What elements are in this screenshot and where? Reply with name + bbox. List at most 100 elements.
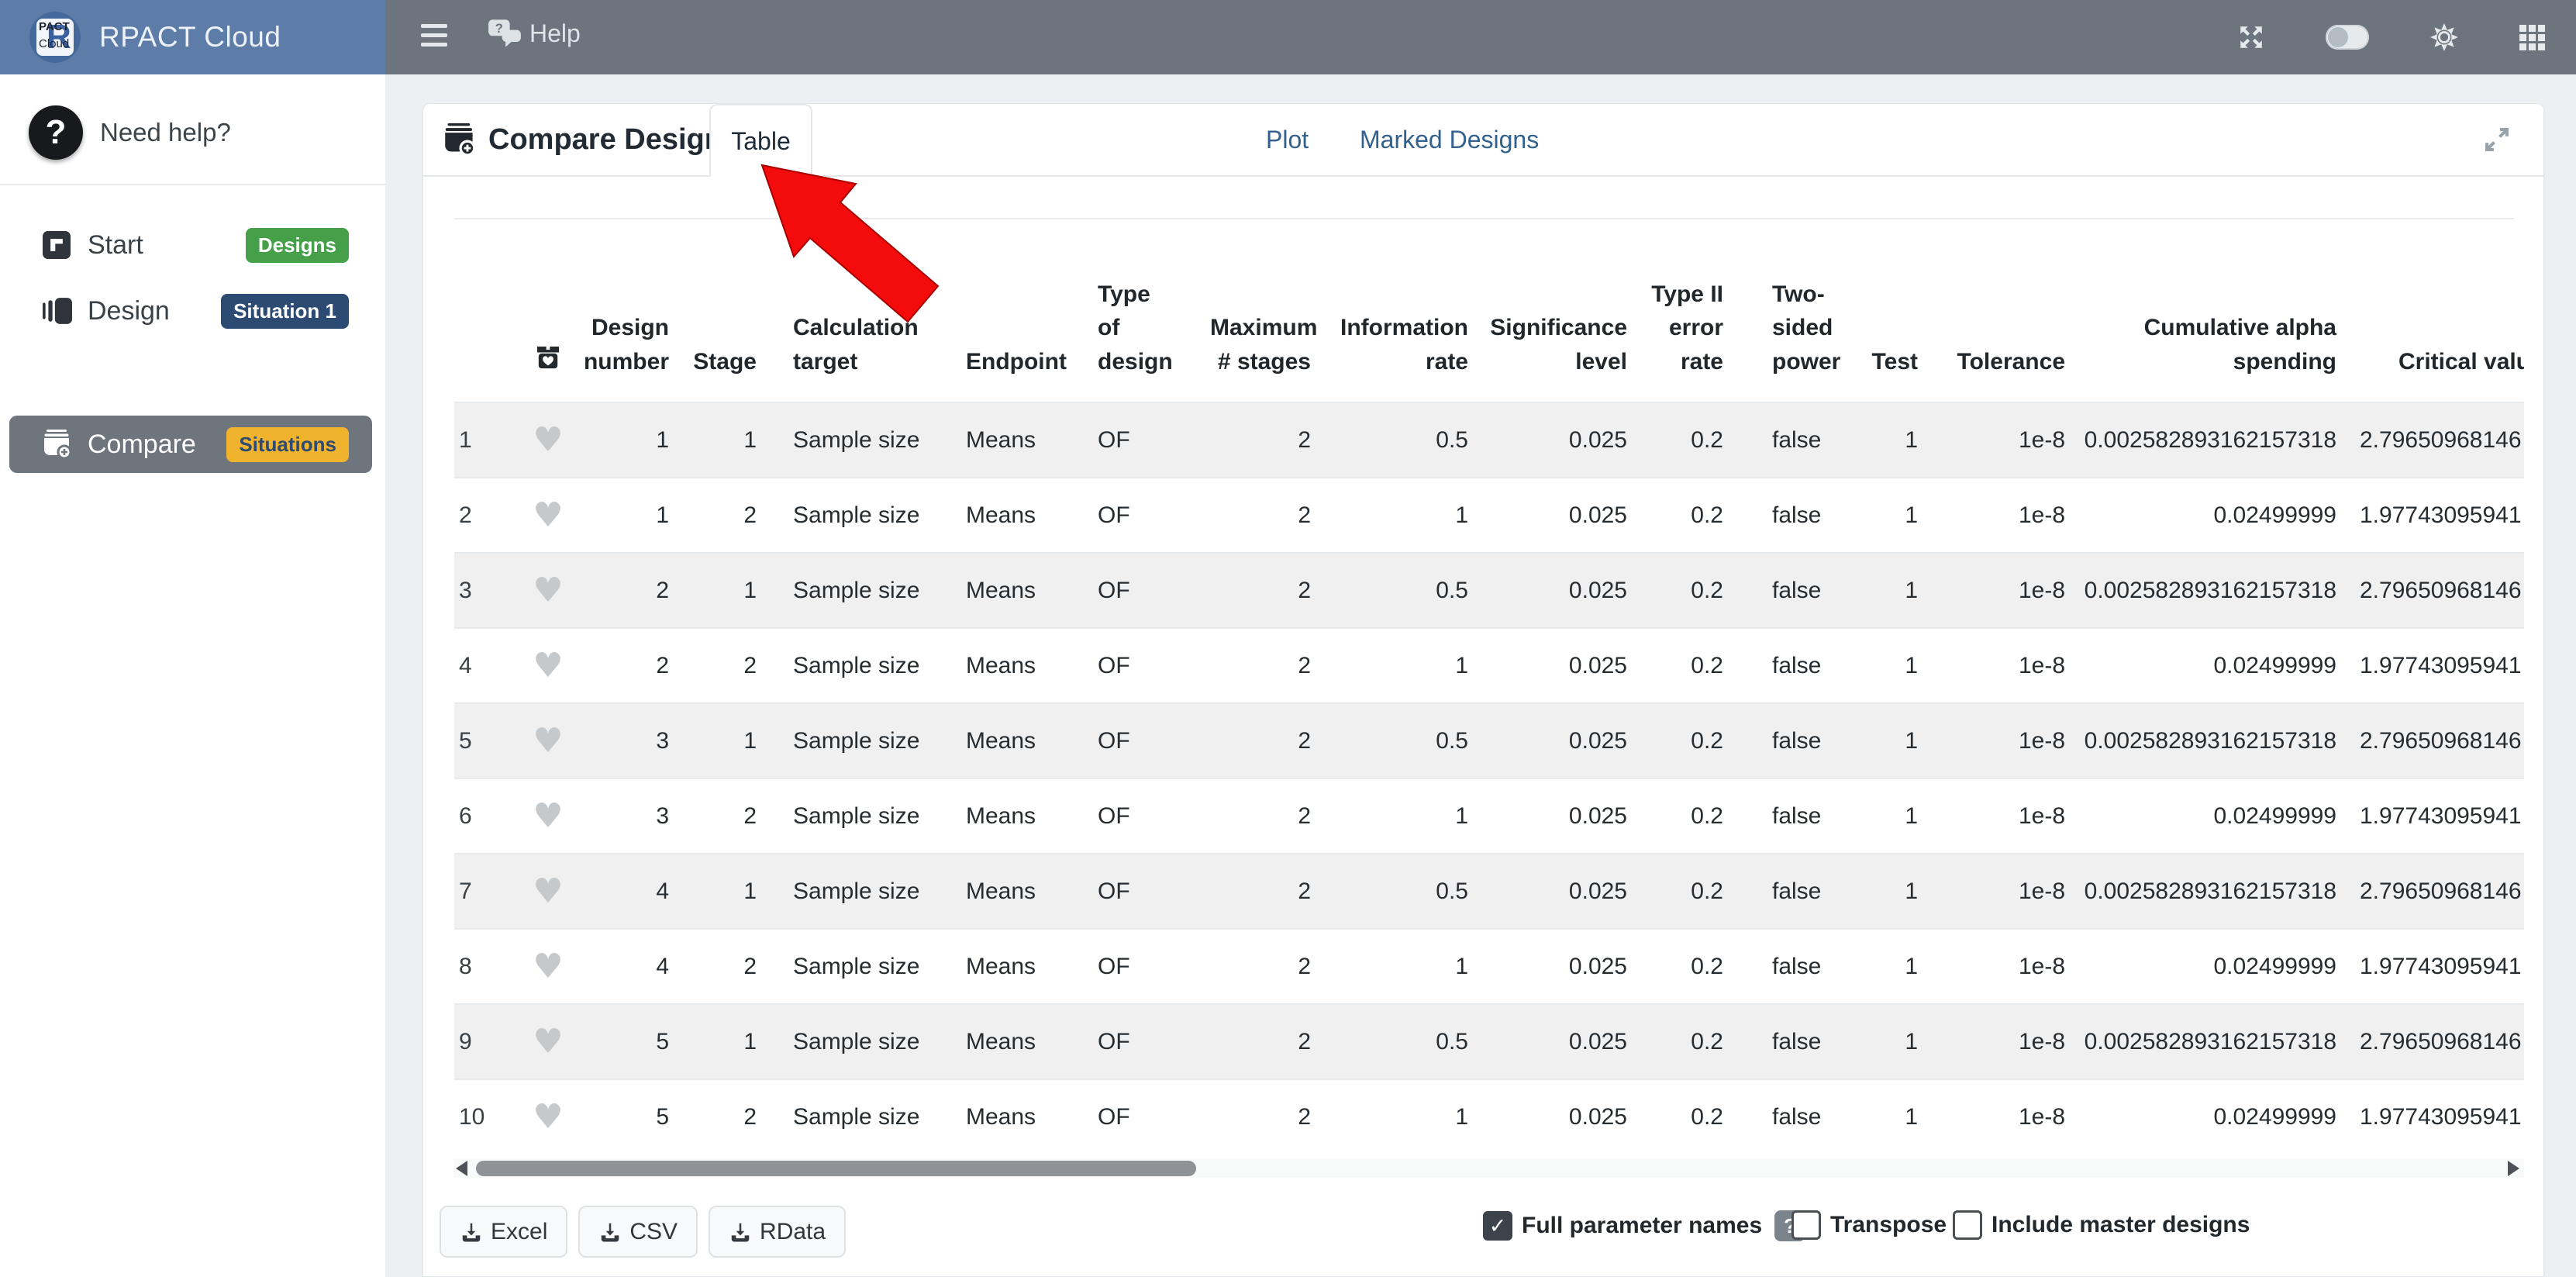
heart-icon[interactable]: ♥ xyxy=(533,1022,563,1061)
cell-test: 1 xyxy=(1864,929,1918,1004)
cell-significance_level: 0.025 xyxy=(1468,703,1627,778)
sidebar-item-label: Start xyxy=(88,230,246,261)
sidebar-item-design[interactable]: Design Situation 1 xyxy=(9,286,372,336)
cell-calculation_target: Sample size xyxy=(757,854,954,929)
cell-test: 1 xyxy=(1864,1079,1918,1154)
excel-button[interactable]: Excel xyxy=(440,1206,567,1258)
tab-plot[interactable]: Plot xyxy=(1266,104,1309,175)
cell-information_rate: 0.5 xyxy=(1311,402,1468,478)
cell-two_sided_power: false xyxy=(1723,1004,1864,1079)
expand-panel-icon[interactable] xyxy=(2481,124,2512,155)
cell-marked[interactable]: ♥ xyxy=(515,402,581,478)
scrollbar-thumb[interactable] xyxy=(476,1161,1196,1176)
app-brand: R PACT Cloud RPACT Cloud xyxy=(0,0,385,74)
download-icon xyxy=(598,1220,622,1244)
cell-maximum_stages: 2 xyxy=(1210,703,1311,778)
cell-design_number: 4 xyxy=(581,929,669,1004)
cell-type_of_design: OF xyxy=(1088,778,1210,854)
cell-row_index: 10 xyxy=(454,1079,515,1154)
cell-marked[interactable]: ♥ xyxy=(515,553,581,628)
rdata-button[interactable]: RData xyxy=(709,1206,846,1258)
scroll-left-icon[interactable] xyxy=(456,1161,467,1176)
chat-question-icon: ? xyxy=(488,19,522,48)
cell-type_ii_error_rate: 0.2 xyxy=(1627,854,1723,929)
cell-two_sided_power: false xyxy=(1723,778,1864,854)
cell-type_of_design: OF xyxy=(1088,628,1210,703)
col-header-design_number: Design number xyxy=(581,224,669,402)
checkbox-checked-icon[interactable]: ✓ xyxy=(1483,1211,1512,1241)
sidebar-item-start[interactable]: Start Designs xyxy=(9,220,372,270)
horizontal-scrollbar[interactable] xyxy=(454,1159,2524,1178)
download-icon xyxy=(729,1220,752,1244)
checkbox-unchecked-icon[interactable] xyxy=(1791,1210,1821,1240)
cell-marked[interactable]: ♥ xyxy=(515,854,581,929)
cell-marked[interactable]: ♥ xyxy=(515,628,581,703)
heart-icon[interactable]: ♥ xyxy=(533,947,563,986)
cell-marked[interactable]: ♥ xyxy=(515,1079,581,1154)
cell-stage: 2 xyxy=(669,778,757,854)
designs-badge: Designs xyxy=(246,228,349,263)
brightness-icon[interactable] xyxy=(2429,22,2459,52)
sidebar-item-compare[interactable]: Compare Situations xyxy=(9,416,372,473)
cell-endpoint: Means xyxy=(954,778,1088,854)
scroll-right-icon[interactable] xyxy=(2508,1161,2519,1176)
heart-icon[interactable]: ♥ xyxy=(533,796,563,836)
cell-cumulative_alpha_spending: 0.02499999 xyxy=(2065,929,2336,1004)
cell-calculation_target: Sample size xyxy=(757,1004,954,1079)
transpose-checkbox[interactable]: Transpose xyxy=(1791,1210,1947,1240)
tab-marked-designs[interactable]: Marked Designs xyxy=(1360,104,1539,175)
cell-row_index: 5 xyxy=(454,703,515,778)
sidebar-toggle-icon[interactable] xyxy=(421,24,447,50)
include-master-designs-checkbox[interactable]: Include master designs xyxy=(1953,1210,2250,1240)
cell-calculation_target: Sample size xyxy=(757,703,954,778)
table-row: 1♥11Sample sizeMeansOF20.50.0250.2false1… xyxy=(454,402,2524,478)
cell-critical_value: 1.97743095941 xyxy=(2336,478,2524,553)
csv-button[interactable]: CSV xyxy=(578,1206,698,1258)
sidebar-item-label: Compare xyxy=(88,430,226,460)
cell-marked[interactable]: ♥ xyxy=(515,1004,581,1079)
heart-icon[interactable]: ♥ xyxy=(533,871,563,911)
cell-cumulative_alpha_spending: 0.02499999 xyxy=(2065,628,2336,703)
cell-cumulative_alpha_spending: 0.002582893162157318 xyxy=(2065,1004,2336,1079)
col-header-two_sided_power: Two-sided power xyxy=(1723,224,1864,402)
cell-row_index: 3 xyxy=(454,553,515,628)
cell-tolerance: 1e-8 xyxy=(1918,628,2065,703)
cell-information_rate: 1 xyxy=(1311,478,1468,553)
heart-icon[interactable]: ♥ xyxy=(533,646,563,685)
cell-marked[interactable]: ♥ xyxy=(515,929,581,1004)
theme-toggle[interactable] xyxy=(2326,25,2369,50)
cell-type_of_design: OF xyxy=(1088,854,1210,929)
heart-icon[interactable]: ♥ xyxy=(533,571,563,610)
cell-two_sided_power: false xyxy=(1723,628,1864,703)
cell-maximum_stages: 2 xyxy=(1210,402,1311,478)
cell-marked[interactable]: ♥ xyxy=(515,778,581,854)
cell-marked[interactable]: ♥ xyxy=(515,703,581,778)
cell-stage: 1 xyxy=(669,402,757,478)
fullscreen-icon[interactable] xyxy=(2237,23,2265,51)
cell-type_ii_error_rate: 0.2 xyxy=(1627,1004,1723,1079)
cell-type_ii_error_rate: 0.2 xyxy=(1627,778,1723,854)
cell-cumulative_alpha_spending: 0.002582893162157318 xyxy=(2065,854,2336,929)
heart-icon[interactable]: ♥ xyxy=(533,1097,563,1137)
checkbox-unchecked-icon[interactable] xyxy=(1953,1210,1982,1240)
heart-icon[interactable]: ♥ xyxy=(533,420,563,460)
need-help-link[interactable]: ? Need help? xyxy=(29,105,231,160)
cell-two_sided_power: false xyxy=(1723,1079,1864,1154)
cell-design_number: 1 xyxy=(581,402,669,478)
table-row: 9♥51Sample sizeMeansOF20.50.0250.2false1… xyxy=(454,1004,2524,1079)
help-button[interactable]: ? Help xyxy=(488,19,581,48)
heart-icon[interactable]: ♥ xyxy=(533,721,563,761)
full-parameter-names-checkbox[interactable]: ✓ Full parameter names ? xyxy=(1483,1210,1805,1241)
cell-critical_value: 1.97743095941 xyxy=(2336,1079,2524,1154)
cell-marked[interactable]: ♥ xyxy=(515,478,581,553)
apps-grid-icon[interactable] xyxy=(2519,25,2545,50)
cell-cumulative_alpha_spending: 0.02499999 xyxy=(2065,1079,2336,1154)
cell-design_number: 2 xyxy=(581,553,669,628)
cell-design_number: 3 xyxy=(581,703,669,778)
cell-information_rate: 1 xyxy=(1311,1079,1468,1154)
tab-table[interactable]: Table xyxy=(709,104,812,177)
heart-icon[interactable]: ♥ xyxy=(533,495,563,535)
cell-significance_level: 0.025 xyxy=(1468,1079,1627,1154)
cell-significance_level: 0.025 xyxy=(1468,854,1627,929)
cell-tolerance: 1e-8 xyxy=(1918,1004,2065,1079)
